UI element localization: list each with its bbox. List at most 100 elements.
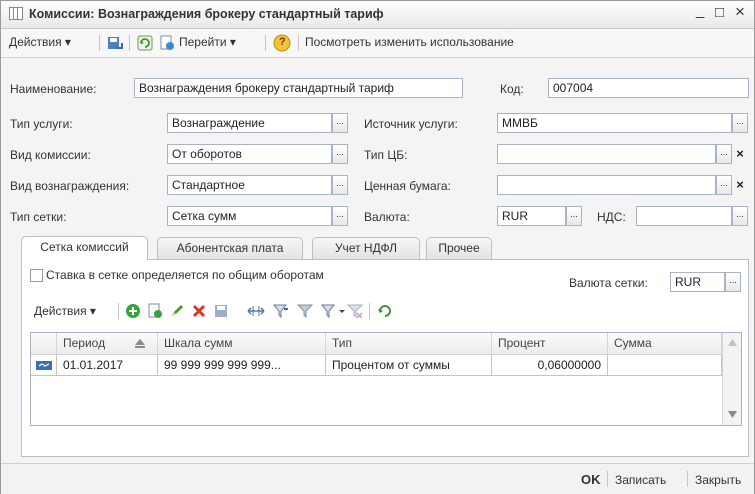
overall-turnover-checkbox-label: Ставка в сетке определяется по общим обо… — [46, 268, 324, 282]
sort-ascending-icon — [135, 339, 145, 348]
column-header-type[interactable]: Тип — [326, 333, 492, 354]
commission-kind-field[interactable]: От оборотов — [167, 144, 332, 164]
record-icon — [36, 361, 52, 370]
service-source-label: Источник услуги: — [364, 117, 458, 131]
goto-menu-button[interactable]: Перейти ▾ — [179, 35, 236, 49]
footer-separator — [687, 471, 688, 487]
table-cell-sum[interactable] — [608, 355, 722, 376]
scroll-up-icon[interactable] — [728, 339, 737, 346]
minimize-button[interactable]: _ — [696, 2, 704, 19]
service-source-field[interactable]: ММВБ — [497, 113, 732, 133]
tab-subscription-fee[interactable]: Абонентская плата — [157, 237, 303, 259]
overall-turnover-checkbox[interactable] — [30, 269, 43, 282]
table-cell-type[interactable]: Процентом от суммы — [326, 355, 492, 376]
column-header-label: Период — [63, 336, 106, 350]
actions-menu-button[interactable]: Действия ▾ — [9, 35, 71, 49]
security-type-select-button[interactable]: ... — [716, 144, 732, 164]
vat-select-button[interactable]: ... — [732, 206, 748, 226]
form-footer: OK Записать Закрыть — [1, 463, 754, 494]
grid-actions-menu-button[interactable]: Действия ▾ — [34, 304, 96, 318]
reward-kind-label: Вид вознаграждения: — [10, 179, 130, 193]
clear-filter-icon[interactable] — [347, 303, 363, 319]
column-header-scale[interactable]: Шкала сумм — [158, 333, 326, 354]
row-marker-header — [31, 333, 57, 354]
security-field[interactable] — [497, 175, 716, 195]
service-source-select-button[interactable]: ... — [732, 113, 748, 133]
row-marker[interactable] — [31, 355, 57, 376]
vat-label: НДС: — [597, 210, 626, 224]
grid-type-select-button[interactable]: ... — [332, 206, 348, 226]
grid-currency-select-button[interactable]: ... — [725, 272, 741, 292]
tab-commission-grid[interactable]: Сетка комиссий — [21, 236, 148, 260]
tab-other[interactable]: Прочее — [426, 237, 492, 259]
title-bar: Комиссии: Вознаграждения брокеру стандар… — [1, 1, 754, 29]
code-label: Код: — [500, 82, 524, 96]
grid-type-field[interactable]: Сетка сумм — [167, 206, 332, 226]
toolbar-separator — [298, 35, 299, 51]
currency-label: Валюта: — [364, 210, 410, 224]
reward-kind-field[interactable]: Стандартное — [167, 175, 332, 195]
grid-currency-field[interactable]: RUR — [670, 272, 725, 292]
code-field[interactable]: 007004 — [548, 78, 749, 98]
name-label: Наименование: — [10, 82, 97, 96]
toolbar-separator — [118, 303, 119, 319]
service-type-select-button[interactable]: ... — [332, 113, 348, 133]
catalog-icon — [9, 7, 23, 20]
column-header-sum[interactable]: Сумма — [608, 333, 722, 354]
refresh-grid-icon[interactable] — [377, 303, 393, 319]
table-cell-percent[interactable]: 0,06000000 — [492, 355, 608, 376]
add-icon[interactable] — [125, 303, 141, 319]
toolbar-separator — [99, 35, 100, 51]
vertical-scrollbar[interactable] — [722, 333, 741, 425]
grid-type-label: Тип сетки: — [10, 210, 67, 224]
name-field[interactable]: Вознаграждения брокеру стандартный тариф — [134, 78, 463, 98]
reward-kind-select-button[interactable]: ... — [332, 175, 348, 195]
table-cell-period[interactable]: 01.01.2017 — [57, 355, 158, 376]
security-label: Ценная бумага: — [364, 179, 451, 193]
service-type-field[interactable]: Вознаграждение — [167, 113, 332, 133]
close-window-button[interactable]: × — [735, 2, 745, 22]
expand-columns-icon[interactable] — [247, 303, 265, 319]
filter-settings-icon[interactable] — [321, 303, 345, 319]
save-row-icon[interactable] — [213, 303, 229, 319]
grid-currency-label: Валюта сетки: — [569, 276, 648, 290]
commission-window: Комиссии: Вознаграждения брокеру стандар… — [0, 0, 755, 494]
ok-button[interactable]: OK — [581, 472, 601, 487]
security-type-label: Тип ЦБ: — [364, 148, 408, 162]
footer-separator — [607, 471, 608, 487]
delete-icon[interactable] — [191, 303, 207, 319]
currency-field[interactable]: RUR — [497, 206, 566, 226]
edit-pencil-icon[interactable] — [169, 303, 185, 319]
filter-by-value-icon[interactable] — [273, 303, 289, 319]
service-type-label: Тип услуги: — [10, 117, 73, 131]
copy-document-icon[interactable] — [159, 35, 175, 51]
vat-field[interactable] — [636, 206, 732, 226]
maximize-button[interactable]: □ — [715, 4, 724, 21]
save-and-close-icon[interactable] — [107, 35, 123, 51]
commission-kind-select-button[interactable]: ... — [332, 144, 348, 164]
security-type-clear-button[interactable]: × — [732, 144, 748, 164]
view-usage-button[interactable]: Посмотреть изменить использование — [305, 35, 514, 49]
close-button[interactable]: Закрыть — [695, 473, 741, 487]
tab-ndfl[interactable]: Учет НДФЛ — [312, 237, 420, 259]
table-header: Период Шкала сумм Тип Процент Сумма — [31, 333, 741, 355]
scroll-down-icon[interactable] — [728, 411, 737, 418]
currency-select-button[interactable]: ... — [566, 206, 582, 226]
refresh-icon[interactable] — [137, 35, 153, 51]
help-label: ? — [279, 36, 286, 48]
toolbar-separator — [129, 35, 130, 51]
filter-icon[interactable] — [297, 303, 313, 319]
column-header-percent[interactable]: Процент — [492, 333, 608, 354]
column-header-period[interactable]: Период — [57, 333, 158, 354]
commission-kind-label: Вид комиссии: — [10, 148, 91, 162]
security-type-field[interactable] — [497, 144, 716, 164]
table-cell-scale[interactable]: 99 999 999 999 999... — [158, 355, 326, 376]
save-button[interactable]: Записать — [615, 473, 666, 487]
toolbar-separator — [265, 35, 266, 51]
security-clear-button[interactable]: × — [732, 175, 748, 195]
add-copy-icon[interactable] — [147, 303, 163, 319]
commission-rates-table[interactable]: Период Шкала сумм Тип Процент Сумма 01.0… — [30, 332, 742, 426]
main-toolbar: Действия ▾ Перейти ▾ ? Посмотреть измени… — [1, 29, 754, 58]
window-title: Комиссии: Вознаграждения брокеру стандар… — [29, 7, 384, 21]
security-select-button[interactable]: ... — [716, 175, 732, 195]
